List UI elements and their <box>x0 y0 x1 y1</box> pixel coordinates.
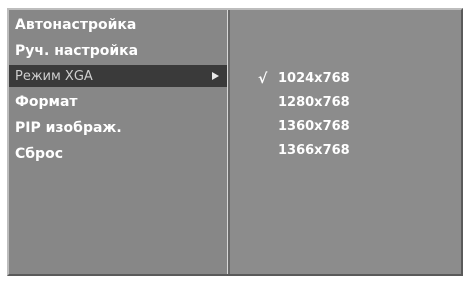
menu-item-xga-mode[interactable]: Режим XGA <box>9 65 227 87</box>
menu-item-auto-tuning[interactable]: Автонастройка <box>9 14 227 36</box>
menu-item-reset[interactable]: Сброс <box>9 143 227 165</box>
menu-item-label: Режим XGA <box>15 69 93 84</box>
menu-item-label: Руч. настройка <box>15 43 139 59</box>
xga-mode-submenu: √ 1024x768 1280x768 1360x768 1366x768 <box>230 10 461 274</box>
option-1360x768[interactable]: 1360x768 <box>230 116 461 138</box>
menu-item-label: Автонастройка <box>15 17 137 33</box>
option-1024x768[interactable]: √ 1024x768 <box>230 68 461 90</box>
option-label: 1024x768 <box>278 71 350 86</box>
menu-item-label: Сброс <box>15 146 63 162</box>
menu-item-label: Формат <box>15 94 78 110</box>
main-menu-panel: Автонастройка Руч. настройка Режим XGA Ф… <box>9 10 227 274</box>
option-1366x768[interactable]: 1366x768 <box>230 140 461 162</box>
osd-menu: Автонастройка Руч. настройка Режим XGA Ф… <box>7 8 463 276</box>
option-label: 1366x768 <box>278 143 350 158</box>
menu-item-format[interactable]: Формат <box>9 91 227 113</box>
menu-item-pip-picture[interactable]: PIP изображ. <box>9 117 227 139</box>
check-icon: √ <box>258 71 268 87</box>
menu-item-label: PIP изображ. <box>15 120 122 136</box>
arrow-right-icon <box>212 72 219 80</box>
option-1280x768[interactable]: 1280x768 <box>230 92 461 114</box>
option-label: 1280x768 <box>278 95 350 110</box>
option-label: 1360x768 <box>278 119 350 134</box>
tv-screen: Автонастройка Руч. настройка Режим XGA Ф… <box>0 0 470 283</box>
menu-item-manual-tuning[interactable]: Руч. настройка <box>9 40 227 62</box>
